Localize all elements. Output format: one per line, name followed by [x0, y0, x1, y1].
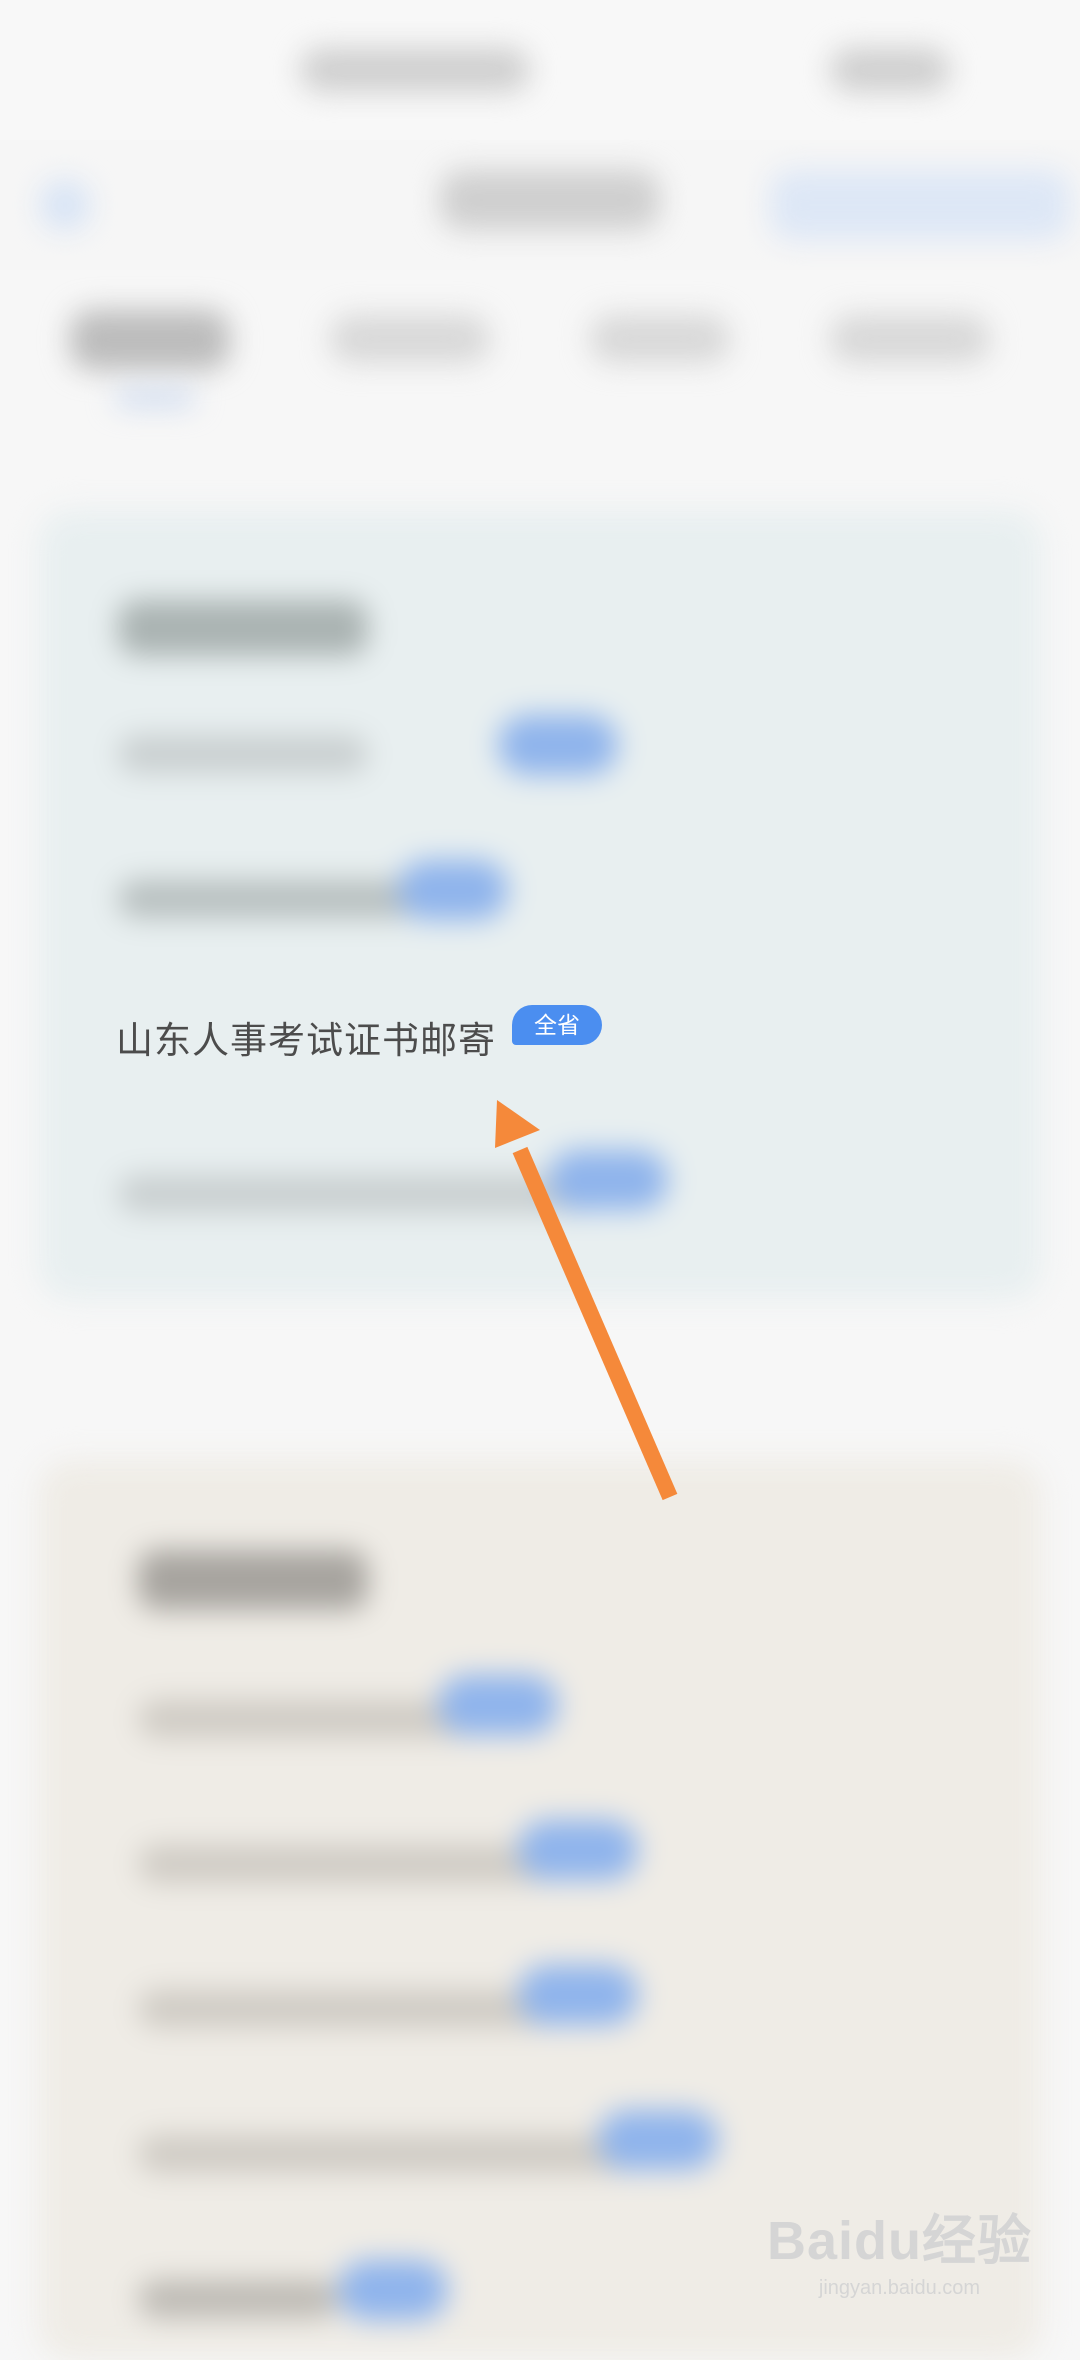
blurred-tab-1[interactable]	[70, 310, 230, 370]
back-icon[interactable]	[40, 180, 90, 230]
scope-badge: 全省	[512, 1005, 602, 1045]
blurred-tab-2[interactable]	[330, 315, 490, 363]
blurred-card2-item-1	[138, 1700, 478, 1738]
blurred-nav-action[interactable]	[770, 170, 1070, 240]
blurred-card2-badge-4	[598, 2110, 718, 2170]
blurred-status-left	[300, 48, 530, 92]
service-item-certificate-mailing[interactable]: 山东人事考试证书邮寄	[116, 1010, 496, 1064]
blurred-card2-badge-3	[518, 1965, 638, 2025]
blurred-tab-3[interactable]	[590, 315, 730, 363]
baidu-jingyan-watermark: Baidu经验 jingyan.baidu.com	[767, 2196, 1032, 2300]
blurred-item-4	[118, 1175, 598, 1213]
blurred-card2-item-3	[138, 1990, 558, 2028]
blurred-card2-item-4	[138, 2135, 638, 2173]
status-bar	[0, 0, 1080, 140]
blurred-card-heading	[118, 600, 368, 656]
blurred-tab-4[interactable]	[830, 315, 990, 363]
nav-bar	[0, 140, 1080, 270]
blurred-nav-title	[440, 170, 660, 230]
blurred-card2-badge-2	[518, 1820, 638, 1880]
blurred-status-right	[830, 48, 950, 92]
blurred-card2-item-2	[138, 1845, 558, 1883]
blurred-card2-badge-5	[338, 2260, 448, 2320]
blurred-card2-heading	[138, 1550, 368, 1610]
tab-bar	[0, 270, 1080, 450]
blurred-item-2	[118, 880, 418, 918]
blurred-card2-badge-1	[438, 1675, 558, 1735]
blurred-badge-1	[498, 715, 618, 775]
blurred-badge-2	[398, 860, 508, 920]
card-service-list	[38, 510, 1042, 1300]
blurred-badge-4	[548, 1150, 668, 1210]
blurred-card2-item-5	[138, 2280, 338, 2318]
watermark-logo: Baidu经验	[766, 2211, 1032, 2271]
watermark-url: jingyan.baidu.com	[818, 2277, 981, 2299]
blurred-tab-underline	[115, 390, 195, 406]
blurred-item-1	[118, 735, 368, 773]
